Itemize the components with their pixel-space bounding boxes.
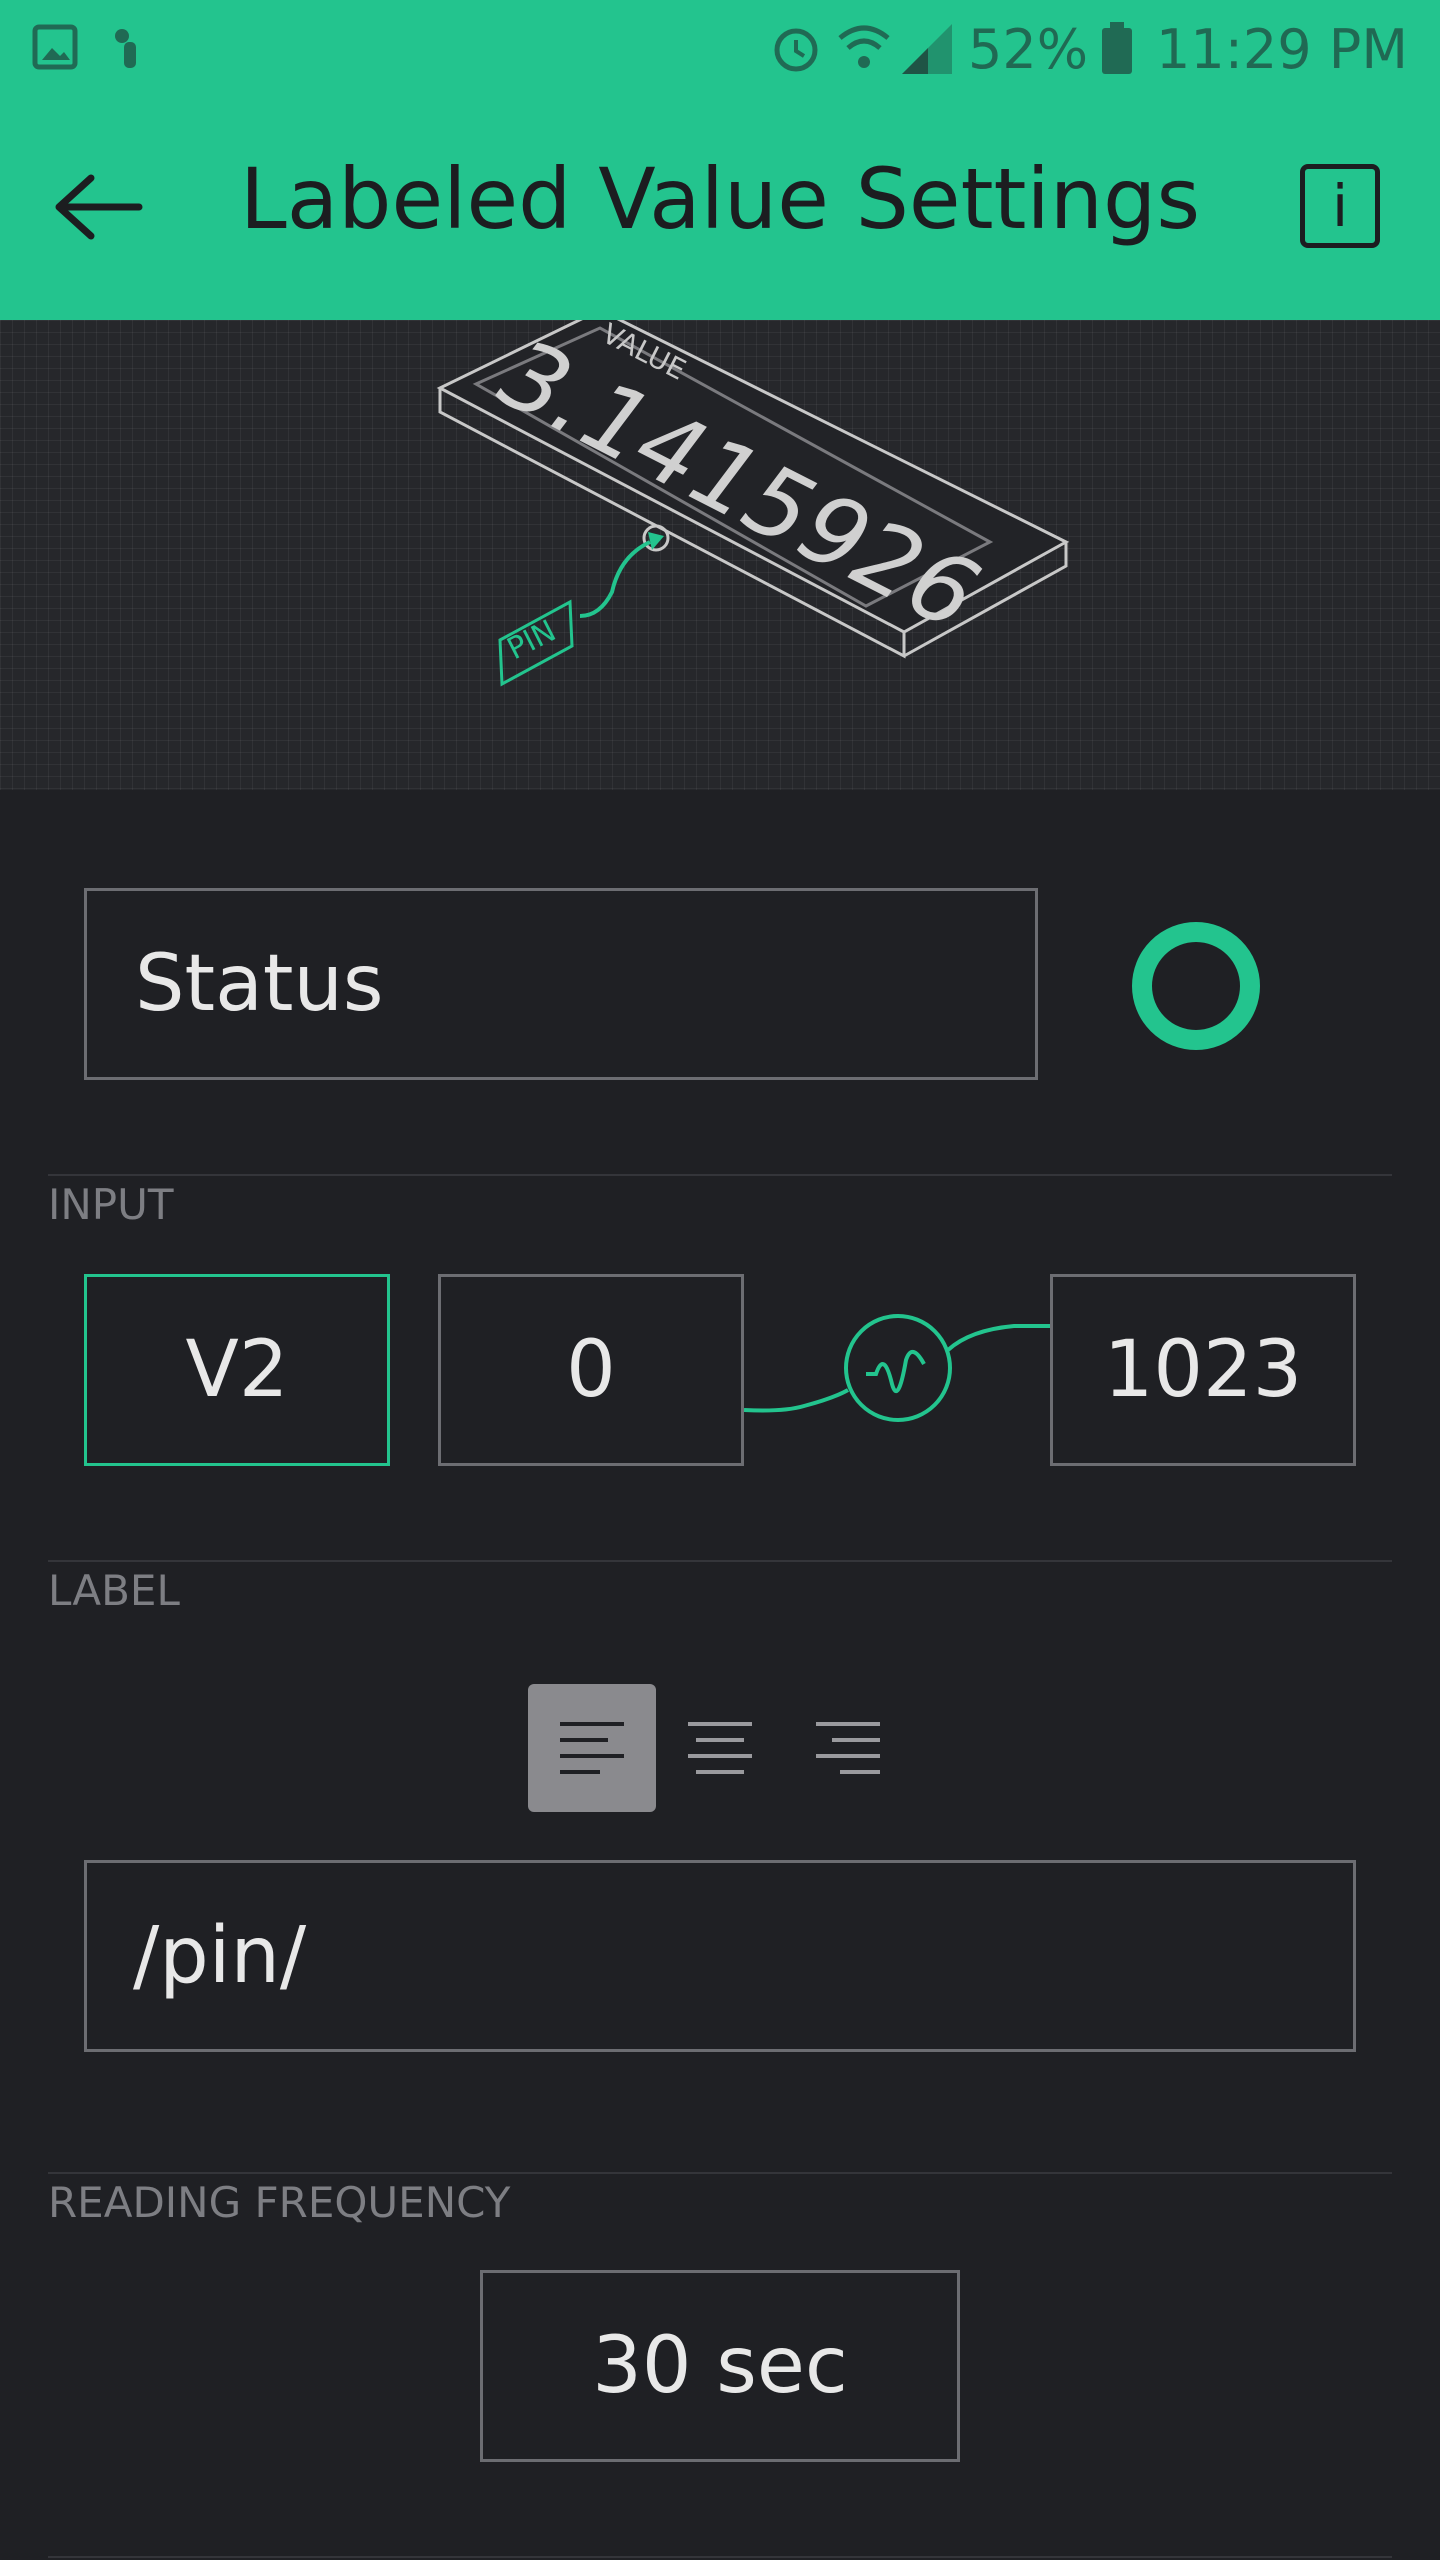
divider bbox=[48, 2172, 1392, 2174]
alarm-icon bbox=[774, 28, 818, 72]
divider bbox=[48, 2556, 1392, 2558]
align-right-button[interactable] bbox=[784, 1684, 912, 1812]
range-mapping-icon bbox=[744, 1314, 1050, 1422]
widget-preview: VALUE 3.1415926 PIN bbox=[0, 320, 1440, 790]
max-value-field[interactable]: 1023 bbox=[1050, 1274, 1356, 1466]
page-title: Labeled Value Settings bbox=[239, 150, 1201, 248]
label-field[interactable]: /pin/ bbox=[84, 1860, 1356, 2052]
input-section-label: INPUT bbox=[48, 1180, 174, 1229]
pin-select-button[interactable]: V2 bbox=[84, 1274, 390, 1466]
battery-percent: 52% bbox=[968, 18, 1089, 81]
align-left-button[interactable] bbox=[528, 1684, 656, 1812]
widget-name-field[interactable]: Status bbox=[84, 888, 1038, 1080]
clock: 11:29 PM bbox=[1156, 18, 1408, 81]
signal-icon bbox=[902, 24, 952, 74]
label-field-value: /pin/ bbox=[133, 1911, 307, 2001]
align-center-button[interactable] bbox=[656, 1684, 784, 1812]
max-value: 1023 bbox=[1103, 1325, 1303, 1415]
gallery-notification-icon bbox=[32, 24, 78, 70]
divider bbox=[48, 1560, 1392, 1562]
reading-frequency-button[interactable]: 30 sec bbox=[480, 2270, 960, 2462]
battery-icon bbox=[1102, 22, 1132, 74]
wifi-icon bbox=[838, 25, 890, 68]
align-left-icon bbox=[560, 1722, 624, 1774]
widget-name-value: Status bbox=[135, 939, 384, 1029]
touch-notification-icon bbox=[115, 29, 136, 68]
info-button[interactable]: i bbox=[1300, 164, 1380, 248]
reading-frequency-value: 30 sec bbox=[592, 2321, 848, 2411]
color-picker-button[interactable] bbox=[1130, 920, 1262, 1052]
divider bbox=[48, 1174, 1392, 1176]
preview-pin-label: PIN bbox=[502, 614, 562, 668]
align-center-icon bbox=[688, 1722, 752, 1774]
align-right-icon bbox=[816, 1722, 880, 1774]
labeled-value-illustration: VALUE 3.1415926 PIN bbox=[436, 320, 1070, 687]
label-section-label: LABEL bbox=[48, 1566, 180, 1615]
min-value: 0 bbox=[566, 1325, 616, 1415]
reading-frequency-section-label: READING FREQUENCY bbox=[48, 2178, 511, 2227]
pin-value: V2 bbox=[185, 1325, 289, 1415]
min-value-field[interactable]: 0 bbox=[438, 1274, 744, 1466]
